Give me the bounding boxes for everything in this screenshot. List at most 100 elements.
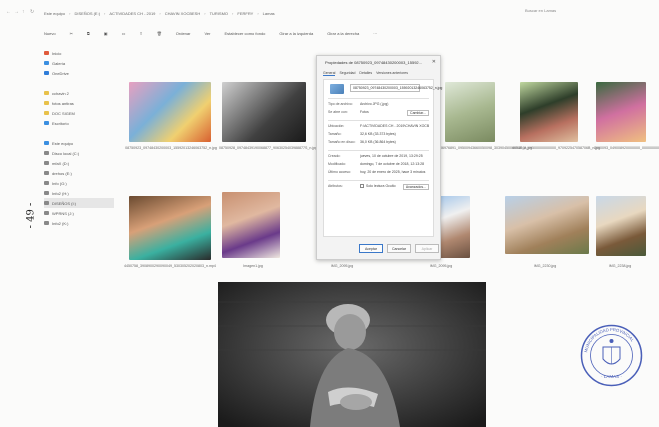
file-name[interactable]: 08750928_09748439190068877_9063025403988…	[219, 146, 317, 151]
filename-field[interactable]: 08750923_09748430200003_1559201324606375…	[350, 84, 442, 92]
sidebar-item[interactable]: mfaX (D:)	[44, 158, 114, 168]
sidebar-item[interactable]: fotos antiras	[44, 98, 114, 108]
sidebar-item[interactable]: Galería	[44, 58, 114, 68]
delete-icon[interactable]: 🗑	[157, 31, 162, 36]
file-name[interactable]: 4450758_3908900290090049_530305202020803…	[124, 264, 216, 269]
advanced-button[interactable]: Avanzados...	[402, 184, 429, 190]
paste-icon[interactable]: ▣	[104, 31, 108, 36]
address-bar[interactable]: Este equipo › DISEÑOS (E:) › ACTIVIDADES C…	[44, 8, 569, 18]
readonly-checkbox[interactable]	[360, 184, 364, 189]
sort-button[interactable]: Ordenar	[176, 31, 191, 36]
sidebar-item-label: WPRNS (J:)	[52, 210, 74, 216]
chevron-right-icon: ›	[69, 10, 71, 16]
change-button[interactable]: Cambiar...	[407, 110, 429, 116]
sidebar-item[interactable]: OneDrive	[44, 68, 114, 78]
ok-button[interactable]: Aceptar	[359, 244, 383, 253]
file-name[interactable]: IMG_2238.jpg	[592, 264, 648, 269]
sidebar-item[interactable]: Info2 (H:)	[44, 188, 114, 198]
search-input[interactable]: Buscar en Lamas	[525, 8, 635, 18]
cancel-button[interactable]: Cancelar	[387, 244, 411, 253]
back-icon[interactable]: ←	[6, 9, 11, 15]
breadcrumb-item[interactable]: Este equipo	[44, 11, 65, 16]
share-icon[interactable]: ⇪	[139, 31, 142, 36]
tab-general[interactable]: General	[323, 71, 336, 76]
new-button[interactable]: Nuevo	[44, 31, 56, 36]
up-icon[interactable]: ↑	[22, 9, 25, 15]
tab-security[interactable]: Seguridad	[339, 71, 355, 76]
breadcrumb-item[interactable]: Lamas	[263, 11, 275, 16]
file-thumbnail[interactable]	[596, 196, 646, 256]
size-label: Tamaño:	[328, 132, 342, 136]
sidebar-item-label: Disco local (C:)	[52, 150, 80, 156]
file-thumbnail[interactable]	[520, 82, 578, 142]
image-file-icon	[330, 84, 344, 94]
file-thumbnail[interactable]	[596, 82, 646, 142]
breadcrumb-item[interactable]: ACTIVIDADES CH - 2019	[109, 11, 155, 16]
sidebar-item[interactable]: Info2 (K:)	[44, 218, 114, 228]
file-name[interactable]: 4003048_09500000000000_970922547058706B_…	[512, 146, 600, 151]
folder-icon	[44, 161, 49, 165]
file-name[interactable]: 08750923_09748430200003_1559201324606375…	[125, 146, 217, 151]
breadcrumb-item[interactable]: DISEÑOS (E:)	[74, 11, 100, 16]
file-thumbnail[interactable]	[129, 196, 211, 260]
sidebar-item[interactable]: Inicio	[44, 48, 114, 58]
folder-icon	[44, 121, 49, 125]
sidebar-item[interactable]: drehos (E:)	[44, 168, 114, 178]
view-button[interactable]: Ver	[204, 31, 210, 36]
modified-value: domingo, 7 de octubre de 2018, 12:13:28	[360, 162, 425, 166]
file-name[interactable]: IMG_2095.jpg	[400, 264, 482, 269]
sidebar-item[interactable]: Info (G:)	[44, 178, 114, 188]
chevron-right-icon: ›	[232, 10, 234, 16]
rotate-left-button[interactable]: Girar a la izquierda	[279, 31, 313, 36]
tab-previous-versions[interactable]: Versiones anteriores	[376, 71, 408, 76]
file-name[interactable]: 0000093_049008920000000_0000000000000000…	[594, 146, 659, 151]
copy-icon[interactable]: ⧉	[87, 31, 90, 36]
refresh-icon[interactable]: ↻	[30, 9, 34, 15]
apply-button[interactable]: Aplicar	[415, 244, 439, 253]
sidebar-item[interactable]: cchavin 2	[44, 88, 114, 98]
sidebar-item-label: drehos (E:)	[52, 170, 72, 176]
breadcrumb-item[interactable]: FERFRY	[237, 11, 253, 16]
sidebar-item[interactable]: DOC SIGEM	[44, 108, 114, 118]
breadcrumb-item[interactable]: CHAVIN XOCBESH	[165, 11, 201, 16]
folder-icon	[44, 151, 49, 155]
file-thumbnail[interactable]	[505, 196, 589, 254]
file-thumbnail[interactable]	[129, 82, 211, 142]
file-thumbnail[interactable]	[222, 82, 306, 142]
breadcrumb-item[interactable]: TURISMO	[210, 11, 228, 16]
folder-icon	[44, 181, 49, 185]
file-name[interactable]: IMG_2095.jpg	[315, 264, 369, 269]
more-button[interactable]: ···	[373, 31, 377, 36]
file-thumbnail[interactable]	[222, 192, 280, 258]
rotate-right-button[interactable]: Girar a la derecha	[327, 31, 359, 36]
folder-icon	[44, 211, 49, 215]
created-label: Creado:	[328, 154, 341, 158]
elderly-woman-photo	[218, 282, 486, 427]
sidebar-item[interactable]: Escritorio	[44, 118, 114, 128]
file-name[interactable]: Imagen1.jpg	[218, 264, 288, 269]
file-name[interactable]: 06976891_09500943660050098_3039045000654…	[440, 146, 532, 151]
sidebar-item-label: cchavin 2	[52, 90, 69, 96]
forward-icon[interactable]: →	[14, 9, 19, 15]
municipal-stamp: MUNICIPALIDAD PROVINCIAL · LAMAS ·	[579, 323, 644, 388]
cut-icon[interactable]: ✂	[70, 31, 73, 36]
file-thumbnail[interactable]	[445, 82, 495, 142]
rename-icon[interactable]: ▭	[122, 31, 126, 36]
folder-icon	[44, 191, 49, 195]
chevron-right-icon: ›	[204, 10, 206, 16]
divider	[328, 180, 429, 181]
chevron-right-icon: ›	[159, 10, 161, 16]
sidebar-item	[44, 128, 114, 138]
sidebar-item[interactable]: Este equipo	[44, 138, 114, 148]
tab-details[interactable]: Detalles	[359, 71, 372, 76]
sidebar-item[interactable]: Disco local (C:)	[44, 148, 114, 158]
file-name[interactable]: IMG_2230.jpg	[500, 264, 590, 269]
sidebar-item[interactable]: DISEÑOS (I:)	[44, 198, 114, 208]
sidebar-item-label: Este equipo	[52, 140, 74, 146]
sidebar-item-label: DOC SIGEM	[52, 110, 75, 116]
sidebar-item[interactable]: WPRNS (J:)	[44, 208, 114, 218]
close-icon[interactable]: ✕	[432, 59, 436, 65]
set-background-button[interactable]: Establecer como fondo	[224, 31, 265, 36]
sidebar-item-label: Inicio	[52, 50, 62, 56]
sidebar-item-label: Galería	[52, 60, 66, 66]
